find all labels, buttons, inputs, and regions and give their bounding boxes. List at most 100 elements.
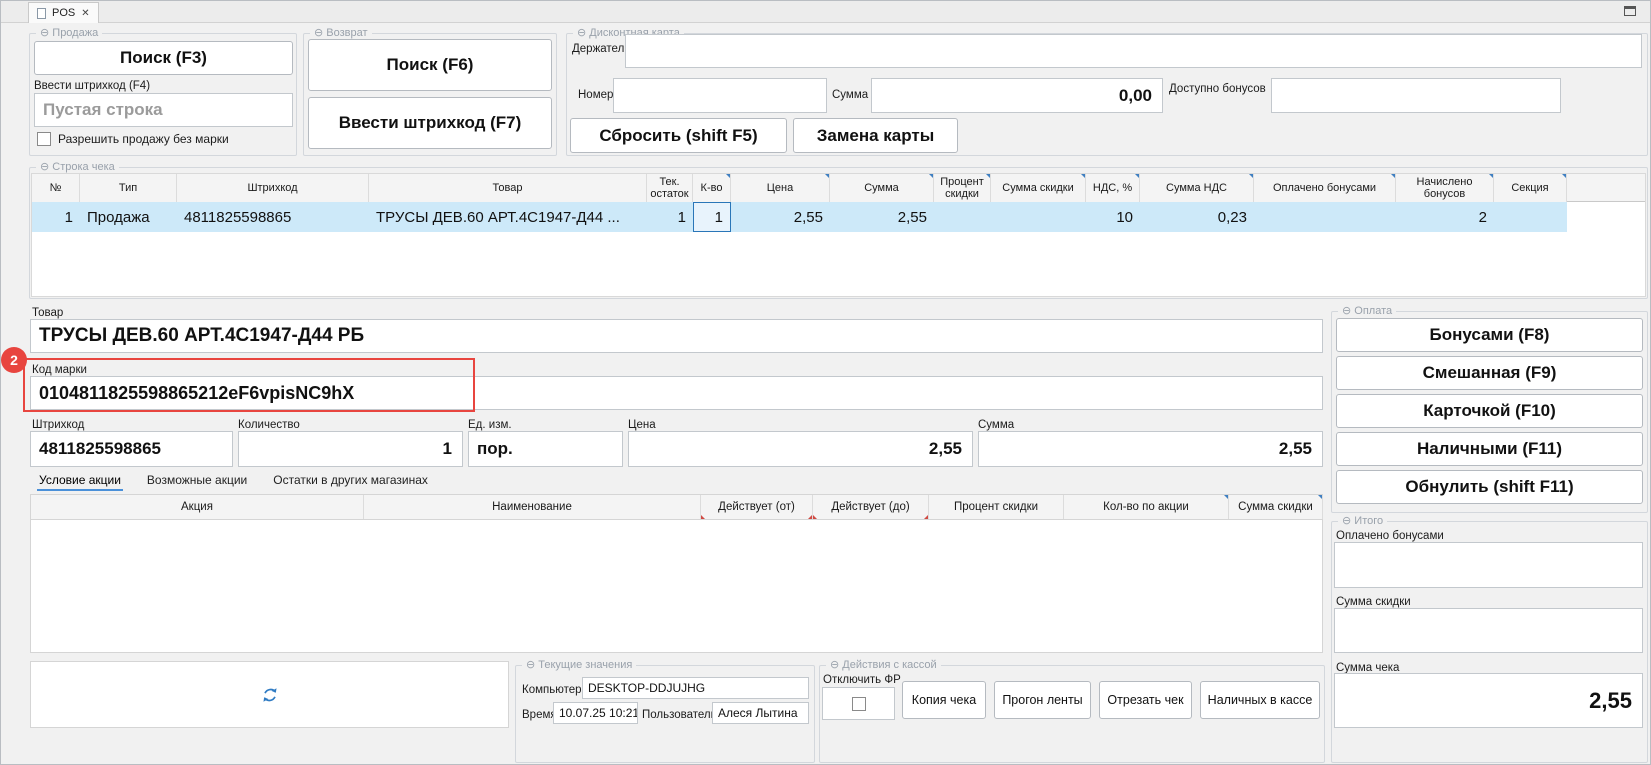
sort-indicator-icon	[1249, 174, 1253, 178]
payment-button-2[interactable]: Смешанная (F9)	[1336, 356, 1643, 390]
receipt-header-col-8[interactable]: Сумма	[830, 174, 934, 202]
receipt-header-col-15[interactable]: Секция	[1494, 174, 1567, 202]
return-search-button[interactable]: Поиск (F6)	[308, 39, 552, 91]
filter-indicator-icon	[808, 515, 812, 519]
quantity-label: Количество	[238, 419, 300, 431]
user-field[interactable]: Алеся Лытина	[712, 702, 809, 724]
computer-field[interactable]: DESKTOP-DDJUJHG	[582, 677, 809, 699]
sort-indicator-icon	[1224, 495, 1228, 499]
cash-action-button-1[interactable]: Копия чека	[902, 681, 986, 719]
cash-action-button-3[interactable]: Отрезать чек	[1099, 681, 1192, 719]
receipt-cell-5[interactable]: 1	[647, 202, 693, 232]
product-field[interactable]: ТРУСЫ ДЕВ.60 АРТ.4С1947-Д44 РБ	[30, 319, 1323, 353]
promo-header-col-2[interactable]: Наименование	[364, 495, 701, 519]
promo-header-col-3[interactable]: Действует (от)	[701, 495, 813, 519]
promo-header-col-6[interactable]: Кол-во по акции	[1064, 495, 1229, 519]
receipt-cell-12[interactable]: 0,23	[1140, 202, 1254, 232]
paid-bonuses-field[interactable]	[1334, 542, 1643, 588]
refresh-panel[interactable]	[30, 661, 509, 728]
holder-input[interactable]	[625, 34, 1642, 68]
receipt-header-col-11[interactable]: НДС, %	[1086, 174, 1140, 202]
cash-actions-group-title: Действия с кассой	[826, 658, 941, 671]
available-bonuses-label: Доступно бонусов	[1169, 83, 1266, 95]
promo-header-col-4[interactable]: Действует (до)	[813, 495, 929, 519]
payment-button-3[interactable]: Карточкой (F10)	[1336, 394, 1643, 428]
restore-window-icon[interactable]	[1624, 6, 1636, 16]
cash-action-button-4[interactable]: Наличных в кассе	[1200, 681, 1320, 719]
payment-button-1[interactable]: Бонусами (F8)	[1336, 318, 1643, 352]
sort-indicator-icon	[986, 174, 990, 178]
receipt-header-col-2[interactable]: Тип	[80, 174, 177, 202]
receipt-cell-1[interactable]: 1	[32, 202, 80, 232]
receipt-cell-14[interactable]: 2	[1396, 202, 1494, 232]
receipt-header-col-5[interactable]: Тек. остаток	[647, 174, 693, 202]
sort-indicator-icon	[929, 174, 933, 178]
mark-code-label: Код марки	[32, 364, 87, 376]
promo-tab-2[interactable]: Возможные акции	[145, 471, 249, 491]
refresh-icon[interactable]	[261, 686, 279, 704]
receipt-line-group-title: Строка чека	[36, 160, 119, 173]
payment-button-5[interactable]: Обнулить (shift F11)	[1336, 470, 1643, 504]
unit-field[interactable]: пор.	[468, 431, 623, 467]
receipt-header-col-3[interactable]: Штрихкод	[177, 174, 369, 202]
sort-indicator-icon	[1489, 174, 1493, 178]
promo-header-col-1[interactable]: Акция	[31, 495, 364, 519]
allow-no-mark-checkbox[interactable]	[37, 132, 51, 146]
price-field[interactable]: 2,55	[628, 431, 973, 467]
holder-label: Держатель	[572, 43, 630, 55]
receipt-header-col-12[interactable]: Сумма НДС	[1140, 174, 1254, 202]
payment-button-4[interactable]: Наличными (F11)	[1336, 432, 1643, 466]
filter-indicator-icon	[924, 515, 928, 519]
close-tab-icon[interactable]: ✕	[81, 8, 89, 19]
receipt-table: №ТипШтрихкодТоварТек. остатокК-воЦенаСум…	[31, 173, 1646, 297]
receipt-cell-4[interactable]: ТРУСЫ ДЕВ.60 АРТ.4С1947-Д44 ...	[369, 202, 647, 232]
receipt-header-col-1[interactable]: №	[32, 174, 80, 202]
time-field[interactable]: 10.07.25 10:21	[553, 702, 638, 724]
promo-tab-1[interactable]: Условие акции	[37, 471, 123, 491]
card-replace-button[interactable]: Замена карты	[793, 118, 958, 153]
quantity-field[interactable]: 1	[238, 431, 463, 467]
receipt-header-col-10[interactable]: Сумма скидки	[991, 174, 1086, 202]
receipt-cell-6[interactable]: 1	[693, 202, 731, 232]
receipt-cell-13[interactable]	[1254, 202, 1396, 232]
disable-fr-checkbox[interactable]	[852, 697, 866, 711]
available-bonuses-input[interactable]	[1271, 78, 1561, 113]
discount-sum-field[interactable]	[1334, 608, 1643, 653]
promo-tab-3[interactable]: Остатки в других магазинах	[271, 471, 430, 491]
sale-search-button[interactable]: Поиск (F3)	[34, 41, 293, 75]
receipt-header-col-9[interactable]: Процент скидки	[934, 174, 991, 202]
payment-buttons: Бонусами (F8) Смешанная (F9) Карточкой (F1…	[1336, 318, 1643, 504]
promo-tab-strip: Условие акции Возможные акции Остатки в др…	[37, 471, 430, 491]
barcode-field[interactable]: 4811825598865	[30, 431, 233, 467]
receipt-cell-11[interactable]: 10	[1086, 202, 1140, 232]
tab-pos[interactable]: POS ✕	[28, 2, 99, 23]
receipt-table-row[interactable]: 1Продажа4811825598865ТРУСЫ ДЕВ.60 АРТ.4С…	[32, 202, 1645, 232]
receipt-cell-8[interactable]: 2,55	[830, 202, 934, 232]
receipt-header-col-7[interactable]: Цена	[731, 174, 830, 202]
receipt-cell-10[interactable]	[991, 202, 1086, 232]
receipt-header-col-6[interactable]: К-во	[693, 174, 731, 202]
card-sum-input[interactable]: 0,00	[871, 78, 1163, 113]
annotation-badge: 2	[1, 347, 27, 373]
receipt-cell-15[interactable]	[1494, 202, 1567, 232]
receipt-header-col-4[interactable]: Товар	[369, 174, 647, 202]
promo-header-col-5[interactable]: Процент скидки	[929, 495, 1064, 519]
card-number-input[interactable]	[613, 78, 827, 113]
cash-action-button-2[interactable]: Прогон ленты	[994, 681, 1091, 719]
receipt-header-col-14[interactable]: Начислено бонусов	[1396, 174, 1494, 202]
return-barcode-button[interactable]: Ввести штрихкод (F7)	[308, 97, 552, 149]
product-label: Товар	[32, 307, 63, 319]
price-label: Цена	[628, 419, 656, 431]
card-reset-button[interactable]: Сбросить (shift F5)	[570, 118, 787, 153]
promo-header-col-7[interactable]: Сумма скидки	[1229, 495, 1323, 519]
sum-field[interactable]: 2,55	[978, 431, 1323, 467]
receipt-cell-2[interactable]: Продажа	[80, 202, 177, 232]
receipt-header-col-13[interactable]: Оплачено бонусами	[1254, 174, 1396, 202]
promo-table-body[interactable]	[30, 520, 1323, 653]
sale-barcode-input[interactable]: Пустая строка	[34, 93, 293, 127]
mark-code-field[interactable]: 0104811825598865212eF6vpisNC9hX	[30, 376, 1323, 410]
receipt-sum-field[interactable]: 2,55	[1334, 673, 1643, 728]
receipt-cell-9[interactable]	[934, 202, 991, 232]
receipt-cell-3[interactable]: 4811825598865	[177, 202, 369, 232]
receipt-cell-7[interactable]: 2,55	[731, 202, 830, 232]
